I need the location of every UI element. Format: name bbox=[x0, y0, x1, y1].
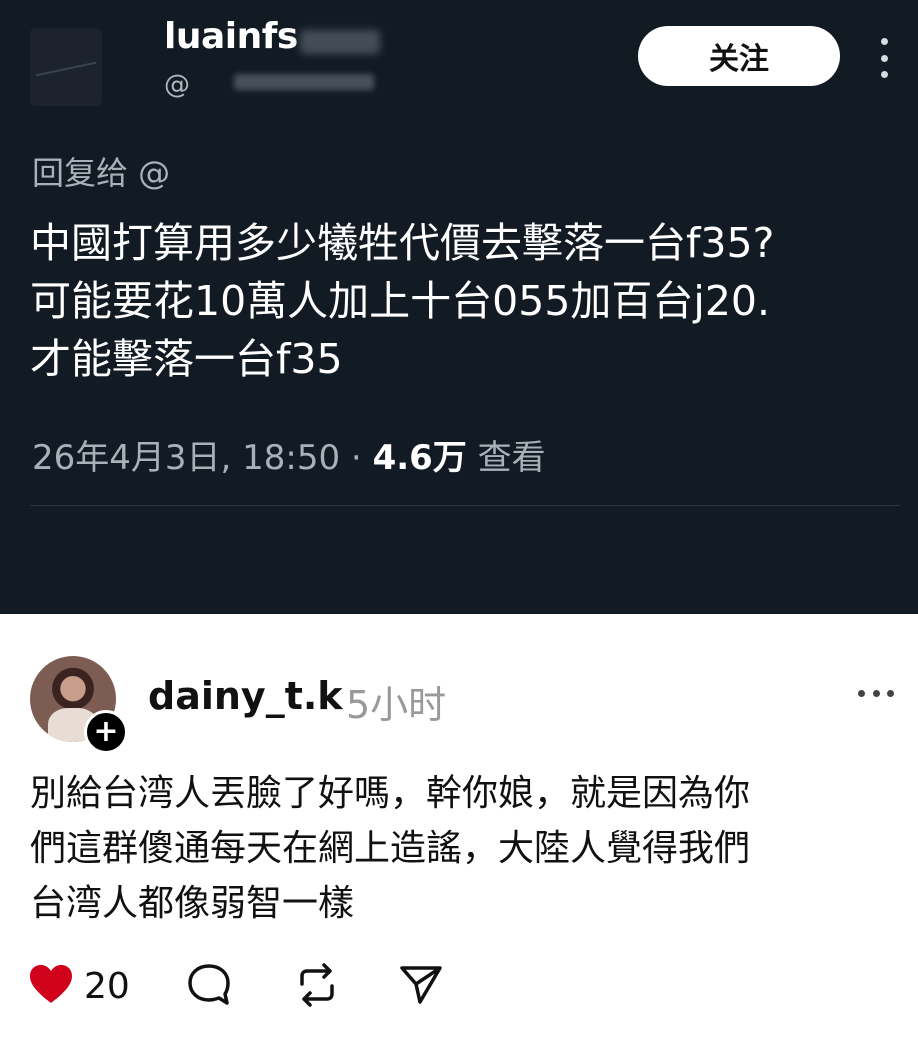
post-meta: 26年4月3日, 18:50 · 4.6万 查看 bbox=[32, 430, 546, 479]
reply-to-label[interactable]: 回复给 @ bbox=[32, 148, 170, 194]
handle-prefix: @ bbox=[164, 70, 190, 100]
reply-text: 別給台湾人丟臉了好嗎，幹你娘，就是因為你 們這群傻通每天在網上造謠，大陸人覺得我… bbox=[30, 773, 751, 924]
view-count: 4.6万 bbox=[372, 438, 467, 478]
original-post-panel: luainfs @ 关注 回复给 @ 中國打算用多少犧牲代價去擊落一台f35? … bbox=[0, 0, 918, 614]
post-timestamp[interactable]: 26年4月3日, 18:50 bbox=[32, 438, 340, 478]
follow-button[interactable]: 关注 bbox=[638, 26, 840, 86]
blurred-handle bbox=[234, 74, 374, 90]
views-label: 查看 bbox=[466, 438, 546, 478]
share-icon[interactable] bbox=[398, 962, 444, 1008]
divider bbox=[30, 505, 900, 506]
more-vertical-icon[interactable] bbox=[872, 38, 896, 78]
heart-icon[interactable] bbox=[28, 962, 74, 1008]
author-avatar[interactable] bbox=[30, 28, 102, 106]
repost-icon[interactable] bbox=[294, 962, 340, 1008]
reply-time: 5小时 bbox=[346, 683, 447, 727]
meta-separator: · bbox=[340, 438, 373, 478]
post-text: 中國打算用多少犧牲代價去擊落一台f35? 可能要花10萬人加上十台055加百台j… bbox=[30, 219, 775, 383]
comment-icon[interactable] bbox=[186, 962, 232, 1008]
author-handle: @ bbox=[164, 70, 404, 100]
add-follow-icon[interactable]: + bbox=[84, 710, 128, 754]
more-horizontal-icon[interactable] bbox=[858, 690, 894, 700]
reply-username[interactable]: dainy_t.k bbox=[148, 674, 343, 718]
author-username[interactable]: luainfs bbox=[164, 16, 298, 57]
like-count: 20 bbox=[84, 966, 130, 1007]
blurred-name-suffix bbox=[300, 30, 380, 54]
